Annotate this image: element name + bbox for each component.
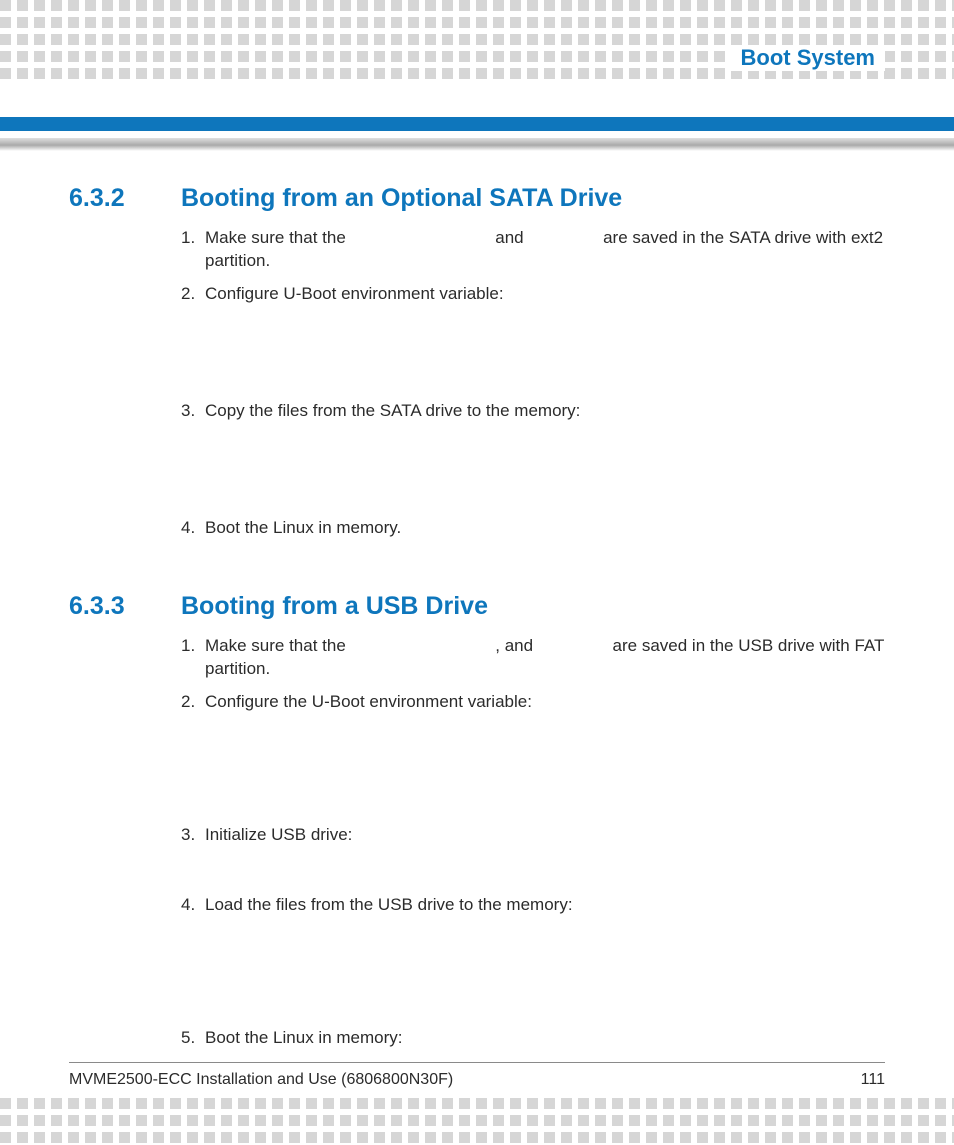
step-text-mid: , and	[495, 636, 538, 655]
step-text: Load the files from the USB drive to the…	[205, 894, 885, 917]
step-number: 3.	[181, 400, 205, 423]
step-text: Make sure that the , and are saved in th…	[205, 635, 885, 681]
header-blue-bar	[0, 117, 954, 131]
step-number: 2.	[181, 283, 205, 306]
step-item: 3. Copy the files from the SATA drive to…	[181, 400, 885, 423]
step-number: 3.	[181, 824, 205, 847]
page-footer: MVME2500-ECC Installation and Use (68068…	[69, 1062, 885, 1089]
step-number: 1.	[181, 635, 205, 681]
step-number: 4.	[181, 517, 205, 540]
step-item: 4. Boot the Linux in memory.	[181, 517, 885, 540]
step-text: Configure the U-Boot environment variabl…	[205, 691, 885, 714]
footer-doc-id: MVME2500-ECC Installation and Use (68068…	[69, 1071, 453, 1089]
section-heading-6-3-3: 6.3.3 Booting from a USB Drive	[69, 592, 885, 621]
step-item: 3. Initialize USB drive:	[181, 824, 885, 847]
decorative-dots-bottom	[0, 1098, 954, 1145]
step-text: Initialize USB drive:	[205, 824, 885, 847]
step-number: 4.	[181, 894, 205, 917]
section-6-3-3-steps: 1. Make sure that the , and are saved in…	[181, 635, 885, 1051]
step-text: Boot the Linux in memory:	[205, 1027, 885, 1050]
step-item: 5. Boot the Linux in memory:	[181, 1027, 885, 1050]
step-item: 1. Make sure that the and are saved in t…	[181, 227, 885, 273]
footer-rule	[69, 1062, 885, 1063]
step-number: 2.	[181, 691, 205, 714]
step-item: 2. Configure the U-Boot environment vari…	[181, 691, 885, 714]
step-item: 2. Configure U-Boot environment variable…	[181, 283, 885, 306]
step-number: 1.	[181, 227, 205, 273]
section-number: 6.3.2	[69, 184, 181, 213]
page-content: 6.3.2 Booting from an Optional SATA Driv…	[69, 184, 885, 1050]
step-text-prefix: Make sure that the	[205, 228, 351, 247]
step-text: Configure U-Boot environment variable:	[205, 283, 885, 306]
step-text: Copy the files from the SATA drive to th…	[205, 400, 885, 423]
header-gradient-bar	[0, 138, 954, 152]
step-text: Boot the Linux in memory.	[205, 517, 885, 540]
section-6-3-2-steps: 1. Make sure that the and are saved in t…	[181, 227, 885, 540]
step-text-mid: and	[495, 228, 528, 247]
step-item: 1. Make sure that the , and are saved in…	[181, 635, 885, 681]
step-number: 5.	[181, 1027, 205, 1050]
section-title: Booting from an Optional SATA Drive	[181, 184, 622, 213]
chapter-title: Boot System	[731, 45, 885, 71]
step-text: Make sure that the and are saved in the …	[205, 227, 885, 273]
step-text-prefix: Make sure that the	[205, 636, 351, 655]
step-item: 4. Load the files from the USB drive to …	[181, 894, 885, 917]
section-title: Booting from a USB Drive	[181, 592, 488, 621]
footer-page-number: 111	[861, 1071, 885, 1089]
section-heading-6-3-2: 6.3.2 Booting from an Optional SATA Driv…	[69, 184, 885, 213]
section-number: 6.3.3	[69, 592, 181, 621]
